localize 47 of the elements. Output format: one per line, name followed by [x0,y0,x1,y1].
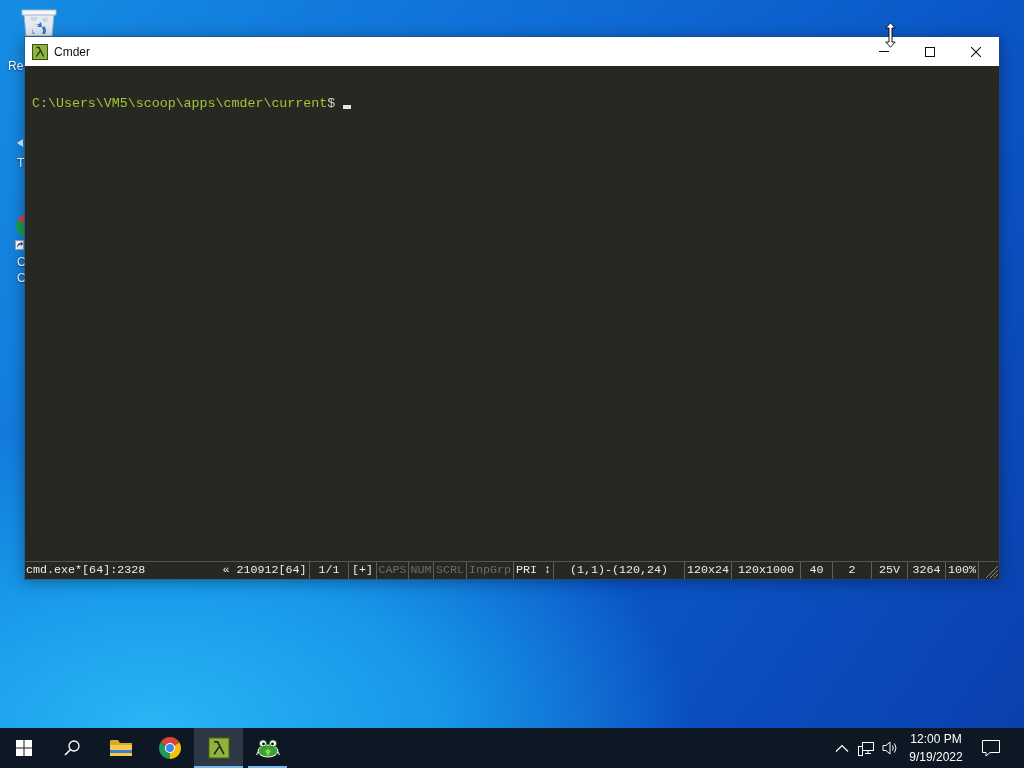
prompt-path: C:\Users\VM5\scoop\apps\cmder\current [32,96,328,111]
status-item: 40 [800,562,832,579]
network-icon [858,740,874,756]
close-icon [971,46,981,57]
lambda-icon [32,43,48,60]
status-item: « 210912[64] [221,562,308,579]
search-icon [64,740,80,756]
browser-icon [158,737,181,759]
trash-bin-icon[interactable] [20,8,58,36]
frog-icon [255,738,280,758]
status-item: CAPS [376,562,408,579]
status-item: cmd.exe*[64]:2328 [25,562,147,579]
status-item: [+] [348,562,376,579]
arrow-icon[interactable] [17,139,23,147]
resize-grip-icon[interactable] [983,563,999,579]
desktop-icon-label: C [17,271,26,285]
desktop-icon-label: T [17,156,25,170]
speech-bubble-icon [982,739,1000,757]
status-item: 3264 [907,562,945,579]
status-item: InpGrp [466,562,513,579]
taskbar-button[interactable] [194,728,243,768]
desktop-icon-label: Re [8,59,24,73]
status-item: SCRL [433,562,466,579]
window-title: Cmder [54,44,90,59]
chevron-up-icon [835,744,849,752]
clock-date[interactable]: 9/19/2022 [909,748,963,766]
folder-icon [109,739,132,757]
status-item: (1,1)-(120,24) [553,562,684,579]
clock-time[interactable]: 12:00 PM [910,730,962,748]
status-item: 2 [832,562,871,579]
status-item: PRI ↕ [513,562,553,579]
desktop-icon-label: C [17,255,26,269]
status-item: 1/1 [309,562,348,579]
status-item: NUM [408,562,433,579]
shortcut-arrow-icon [15,240,24,250]
text-cursor-icon [343,105,352,109]
minimize-icon [879,51,889,52]
start-icon [16,740,32,756]
lambda-icon [207,737,230,759]
status-item: 25V [871,562,907,579]
speaker-icon [882,741,898,755]
status-item: 100% [945,562,978,579]
status-item: 120x24 [684,562,731,579]
terminal-area[interactable]: C:\Users\VM5\scoop\apps\cmder\current$ [25,66,999,561]
maximize-icon [925,46,935,57]
prompt-symbol: $ [327,96,336,111]
status-item: 120x1000 [731,562,800,579]
